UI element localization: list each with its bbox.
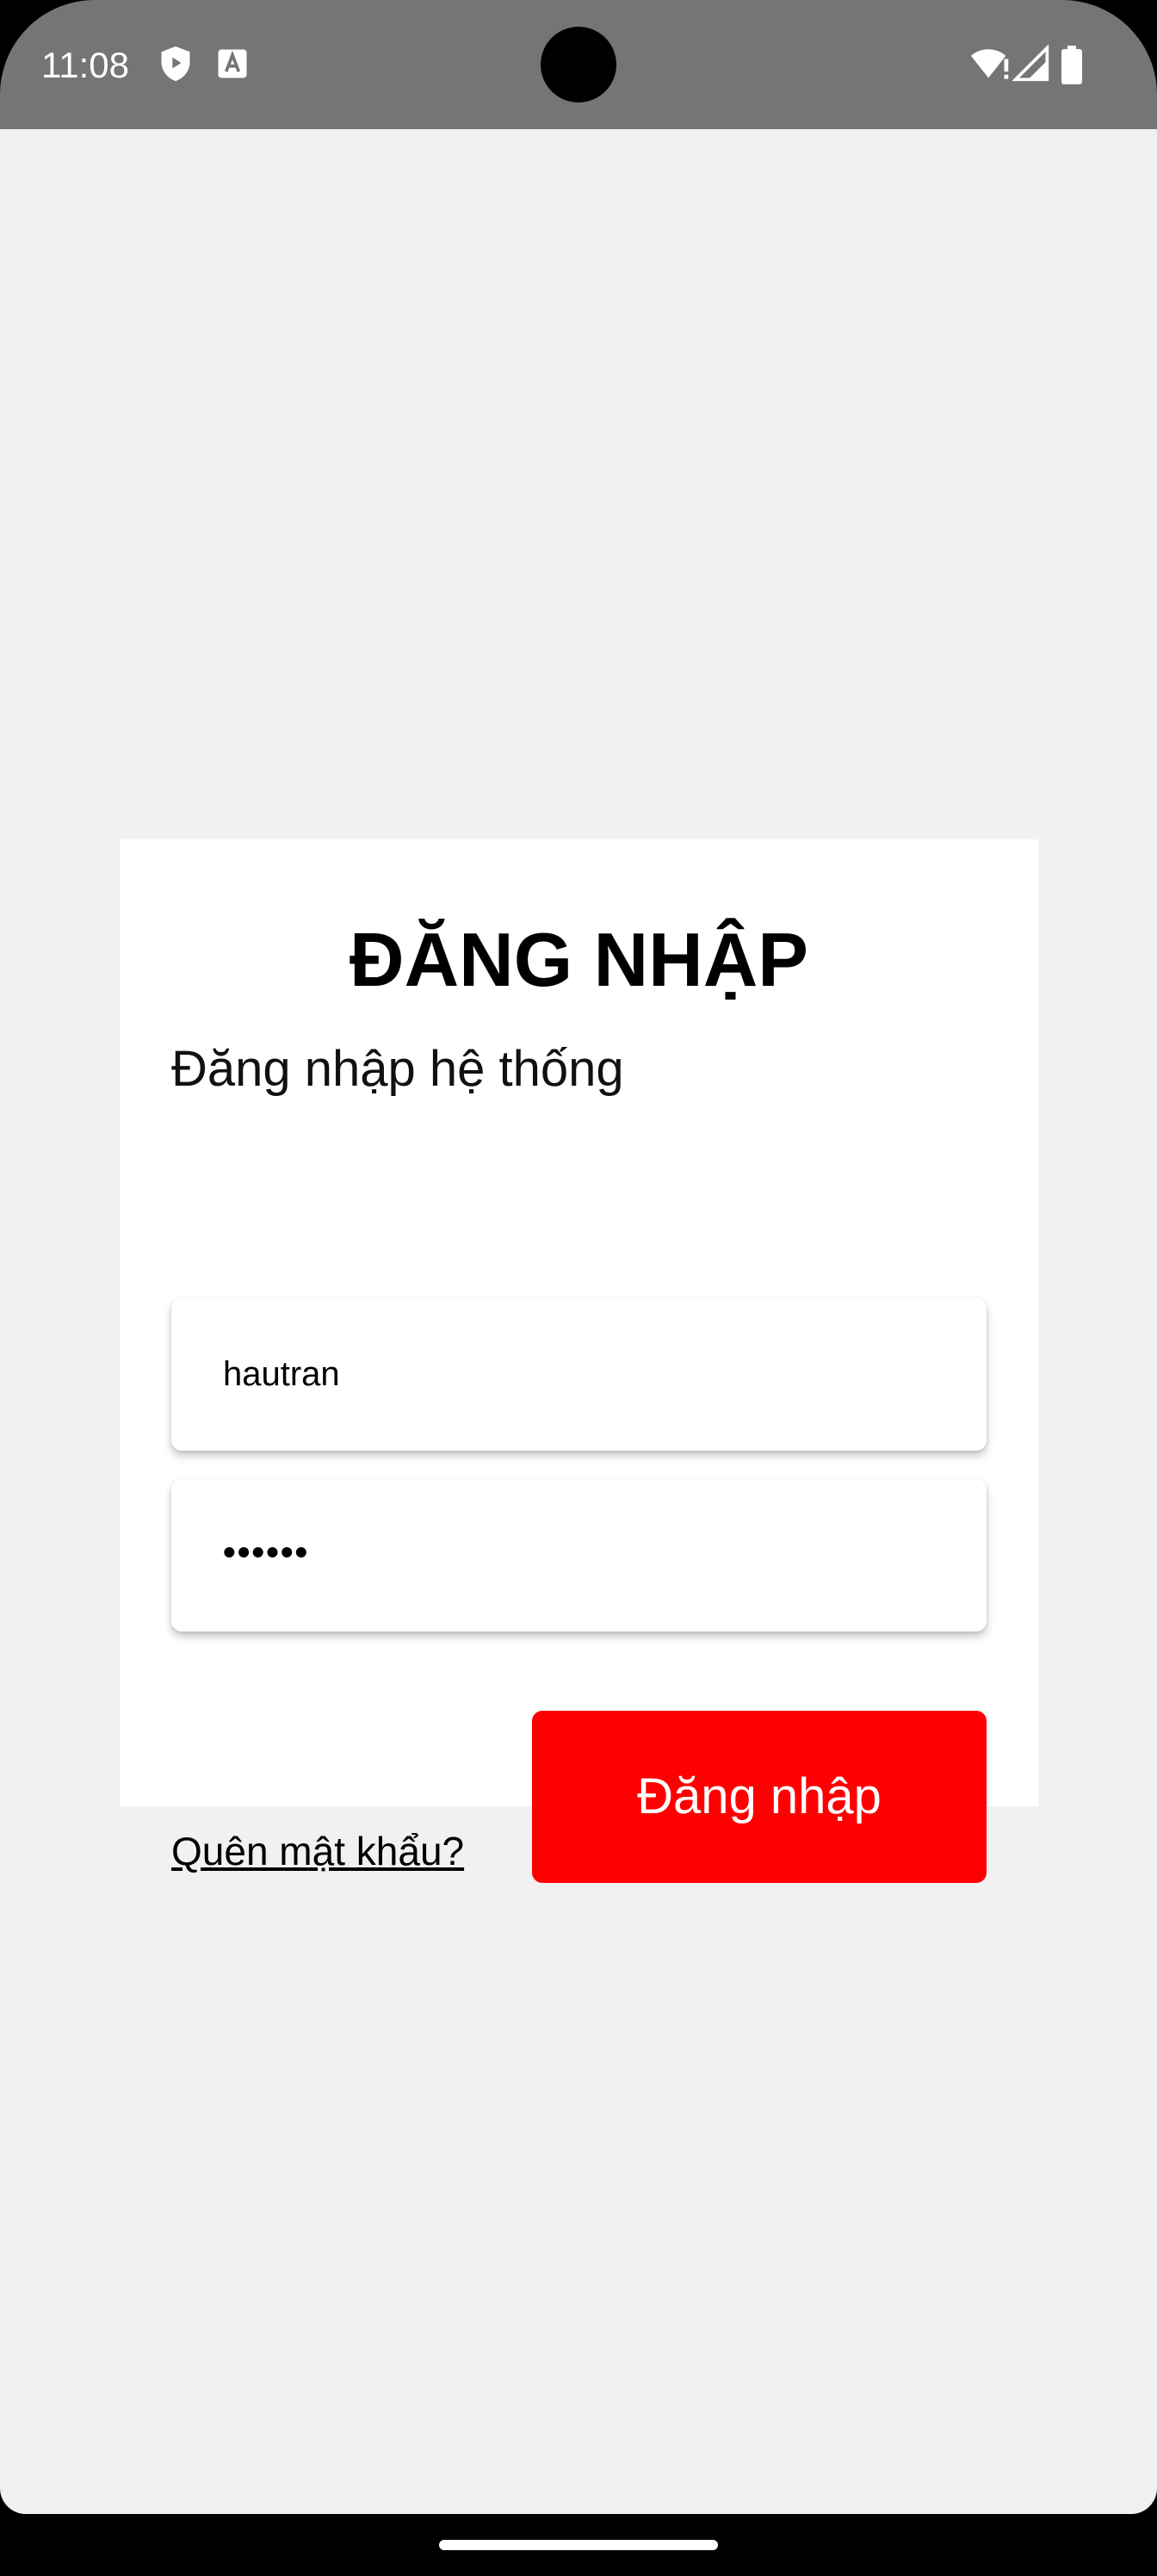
username-field[interactable]: hautran — [171, 1298, 987, 1451]
page-title: ĐĂNG NHẬP — [350, 917, 808, 1002]
login-card: ĐĂNG NHẬP Đăng nhập hệ thống hautran •••… — [120, 839, 1038, 1883]
status-bar: 11:08 — [0, 0, 1157, 129]
login-button[interactable]: Đăng nhập — [532, 1711, 987, 1883]
forgot-password-link[interactable]: Quên mật khẩu? — [171, 1825, 464, 1877]
username-value: hautran — [223, 1355, 340, 1393]
wifi-alert-icon — [969, 45, 1009, 83]
phone-screen: 11:08 ĐĂNG NHẬP Đăng nhập hệ thống hautr… — [0, 0, 1157, 2576]
password-field[interactable]: •••••• — [171, 1479, 987, 1632]
play-protect-icon — [157, 45, 195, 83]
password-value: •••••• — [223, 1532, 310, 1572]
navigation-handle[interactable] — [439, 2540, 718, 2550]
battery-icon — [1059, 45, 1097, 84]
text-a-icon — [213, 45, 251, 83]
cell-signal-icon — [1012, 44, 1050, 83]
camera-cutout — [541, 27, 616, 102]
login-subtitle: Đăng nhập hệ thống — [171, 1041, 624, 1097]
status-time: 11:08 — [41, 45, 129, 85]
login-screen: ĐĂNG NHẬP Đăng nhập hệ thống hautran •••… — [0, 129, 1157, 2514]
